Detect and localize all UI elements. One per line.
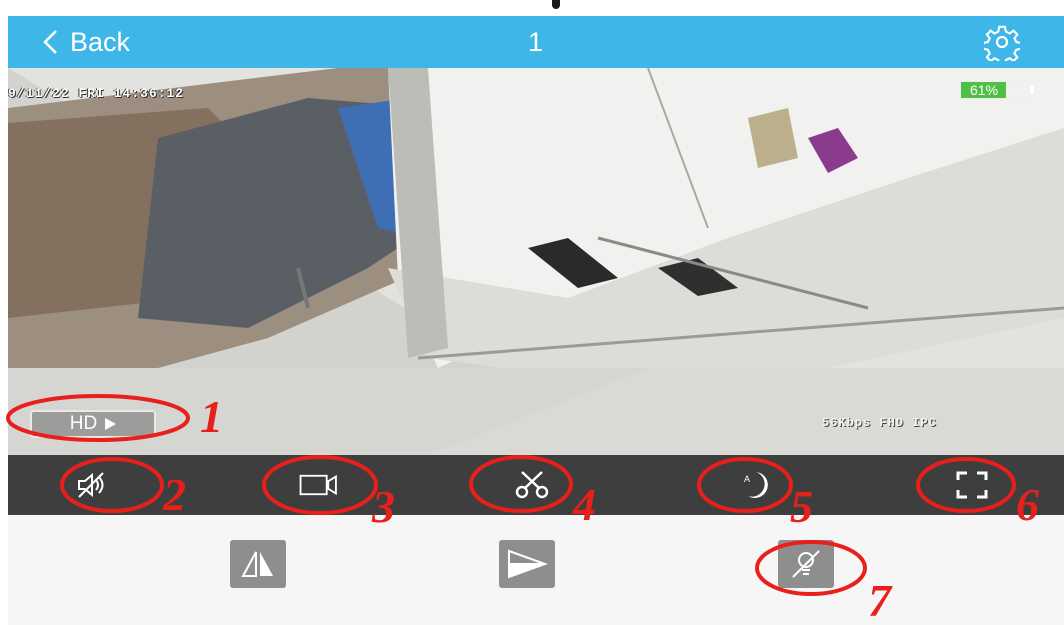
osd-timestamp: 9/11/22 FRI 14:36:12 <box>8 86 185 101</box>
record-button[interactable] <box>299 465 339 505</box>
top-strip <box>0 0 1064 16</box>
page-title: 1 <box>528 27 544 57</box>
hd-label: HD <box>69 413 98 434</box>
camera-scene-image <box>8 68 1064 455</box>
snapshot-scissors-icon <box>515 471 549 499</box>
mirror-flip-icon <box>241 551 273 577</box>
battery-tip <box>1030 86 1034 94</box>
battery-percent: 61% <box>970 82 999 98</box>
light-off-button[interactable] <box>778 540 834 588</box>
camera-video-feed[interactable]: 9/11/22 FRI 14:36:12 61% 56Kbps FHD IPC … <box>8 68 1064 455</box>
status-notch <box>552 0 560 9</box>
mirror-flip-button[interactable] <box>230 540 286 588</box>
video-toolbar: A <box>8 455 1064 515</box>
night-mode-icon: A <box>744 472 768 498</box>
light-off-icon <box>792 550 820 578</box>
chevron-left-icon <box>43 30 57 54</box>
record-icon <box>299 474 337 496</box>
stream-info: 56Kbps FHD IPC <box>822 416 937 430</box>
vertical-flip-button[interactable] <box>499 540 555 588</box>
night-mode-button[interactable]: A <box>735 465 775 505</box>
play-triangle-icon <box>105 418 117 430</box>
fullscreen-button[interactable] <box>952 465 992 505</box>
back-label: Back <box>70 26 131 57</box>
gear-icon[interactable] <box>984 25 1020 61</box>
snapshot-button[interactable] <box>512 465 552 505</box>
battery-indicator: 61% <box>960 81 1034 99</box>
camera-controls <box>8 515 1064 625</box>
app-header: Back 1 <box>8 16 1064 68</box>
svg-text:A: A <box>744 474 750 484</box>
mute-button[interactable] <box>72 465 112 505</box>
vertical-flip-icon <box>508 549 548 579</box>
fullscreen-icon <box>956 471 988 499</box>
back-button[interactable]: Back <box>42 16 130 68</box>
hd-quality-button[interactable]: HD <box>30 410 156 438</box>
mute-icon <box>78 472 104 498</box>
